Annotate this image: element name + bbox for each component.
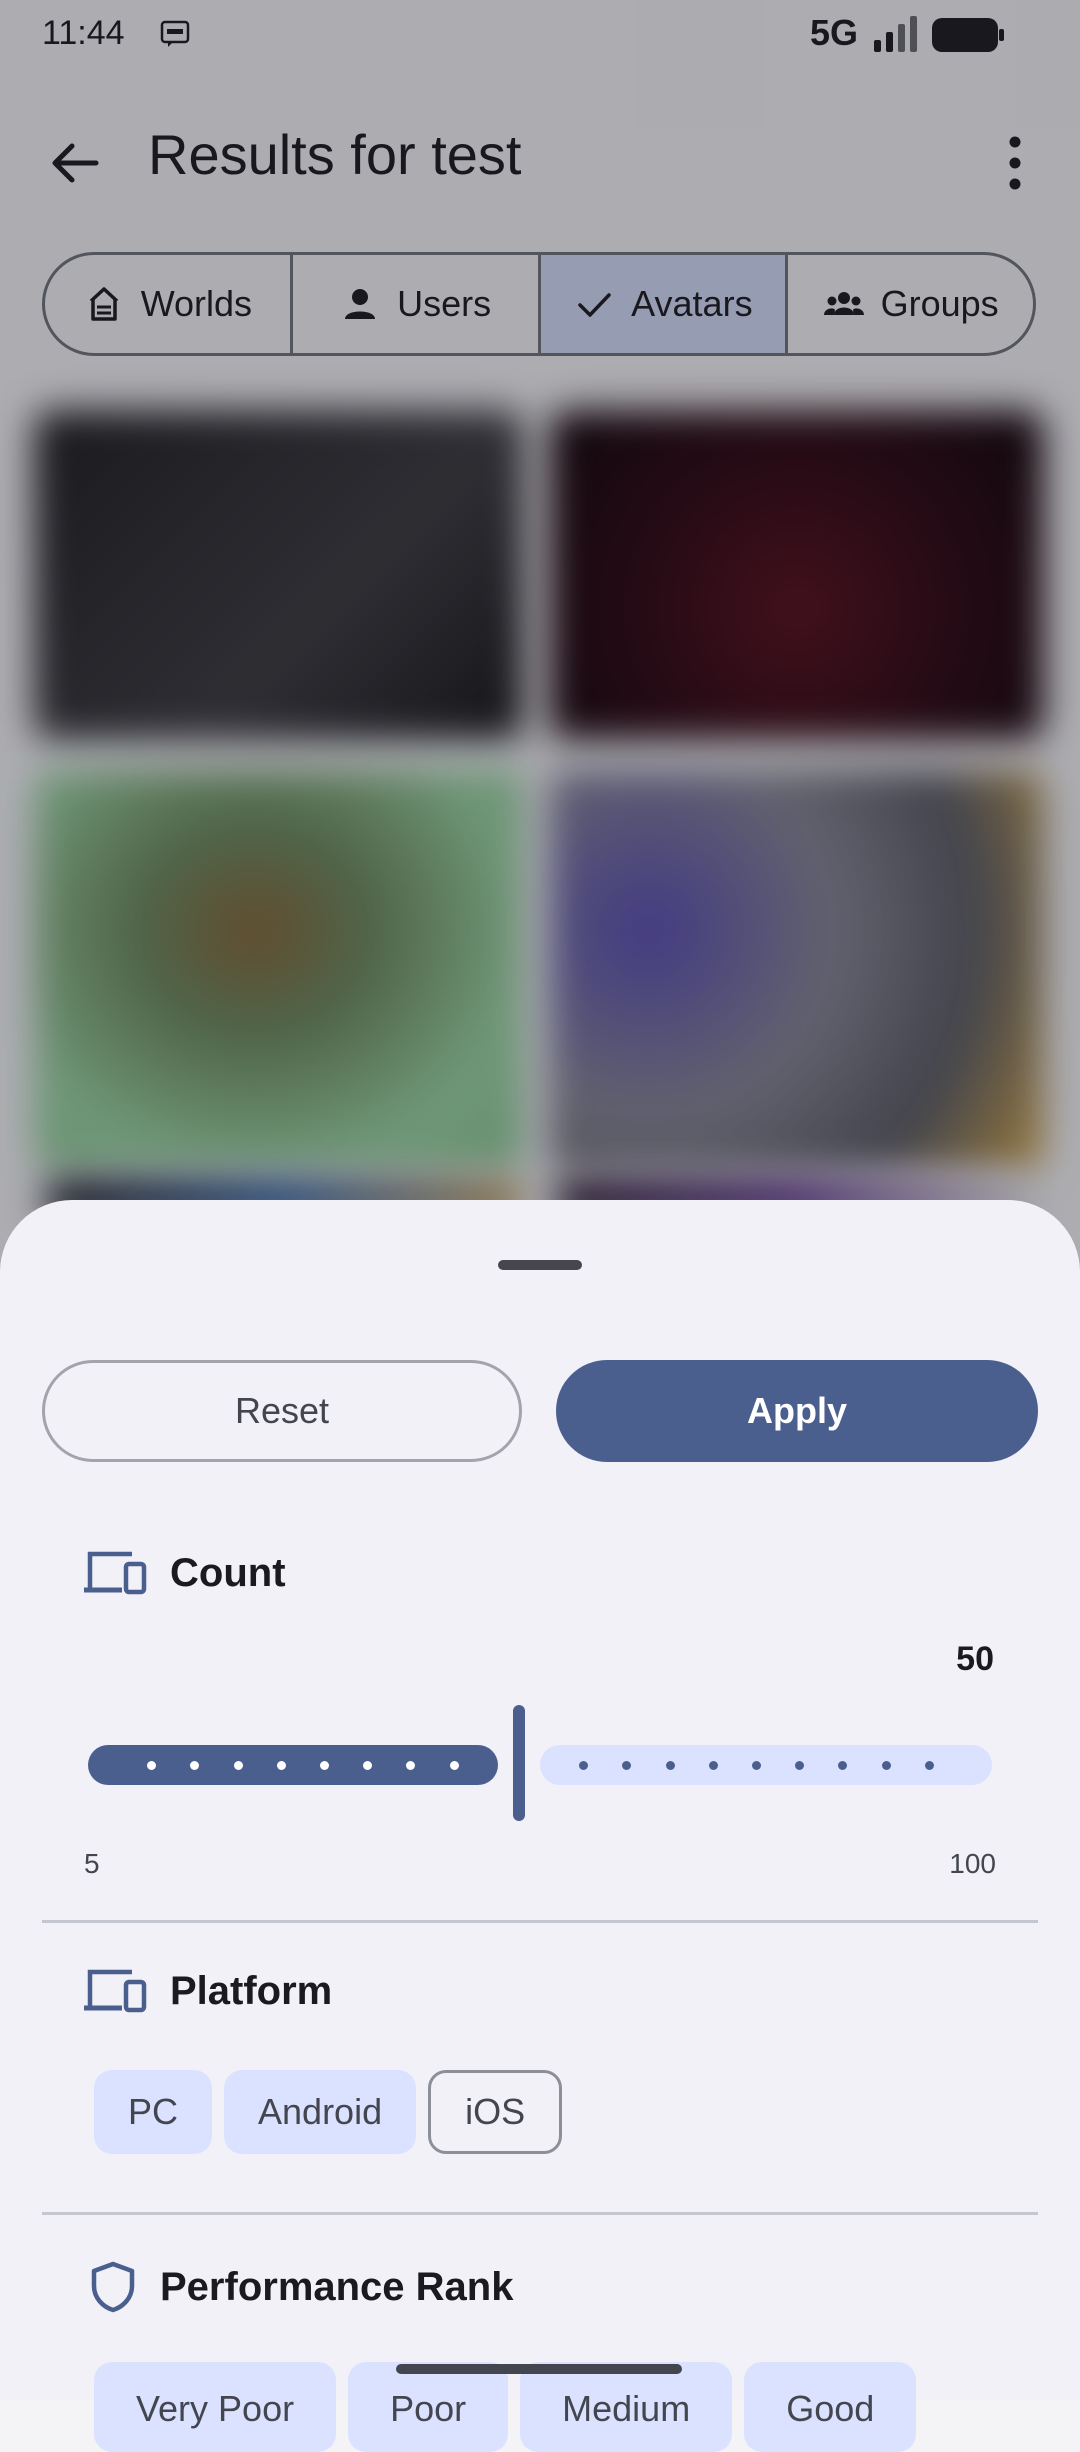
platform-section-header: Platform xyxy=(82,1966,332,2016)
slider-step-dot xyxy=(665,1761,675,1770)
platform-chip-ios[interactable]: iOS xyxy=(428,2070,563,2154)
performance-title: Performance Rank xyxy=(160,2264,514,2309)
count-title: Count xyxy=(170,1550,286,1595)
slider-step-dot xyxy=(320,1761,329,1770)
divider xyxy=(42,1920,1038,1923)
shield-icon xyxy=(91,2261,135,2313)
devices-icon xyxy=(84,1969,147,2013)
platform-chips: PC Android iOS xyxy=(94,2070,563,2154)
count-value: 50 xyxy=(956,1640,994,1678)
count-min-label: 5 xyxy=(84,1848,100,1879)
divider xyxy=(42,2212,1038,2215)
platform-chip-pc[interactable]: PC xyxy=(94,2070,213,2154)
filter-bottom-sheet: Reset Apply Count 50 5 100 Platform PC A… xyxy=(0,1200,1080,2452)
slider-step-dot xyxy=(924,1761,934,1770)
rank-chip-good[interactable]: Good xyxy=(744,2362,917,2452)
platform-title: Platform xyxy=(170,1968,333,2013)
count-section-header: Count xyxy=(82,1548,286,1598)
rank-chip-poor[interactable]: Poor xyxy=(348,2362,509,2452)
slider-step-dot xyxy=(708,1761,718,1770)
slider-step-dot xyxy=(276,1761,286,1770)
drag-handle[interactable] xyxy=(498,1260,582,1270)
slider-step-dot xyxy=(752,1761,761,1770)
gesture-navigation-bar[interactable] xyxy=(396,2364,682,2374)
performance-rank-chips: Very Poor Poor Medium Good xyxy=(94,2362,917,2452)
slider-step-dot xyxy=(233,1761,243,1770)
reset-button[interactable]: Reset xyxy=(42,1360,522,1462)
slider-thumb[interactable] xyxy=(513,1705,525,1821)
platform-chip-android[interactable]: Android xyxy=(224,2070,417,2154)
count-slider[interactable] xyxy=(88,1705,992,1821)
devices-icon xyxy=(84,1551,147,1595)
performance-section-header: Performance Rank xyxy=(88,2260,513,2314)
count-max-label: 100 xyxy=(949,1848,996,1879)
slider-step-dot xyxy=(881,1761,891,1770)
rank-chip-medium[interactable]: Medium xyxy=(520,2362,733,2452)
apply-button[interactable]: Apply xyxy=(556,1360,1038,1462)
rank-chip-very-poor[interactable]: Very Poor xyxy=(94,2362,337,2452)
slider-step-dot xyxy=(449,1761,459,1770)
